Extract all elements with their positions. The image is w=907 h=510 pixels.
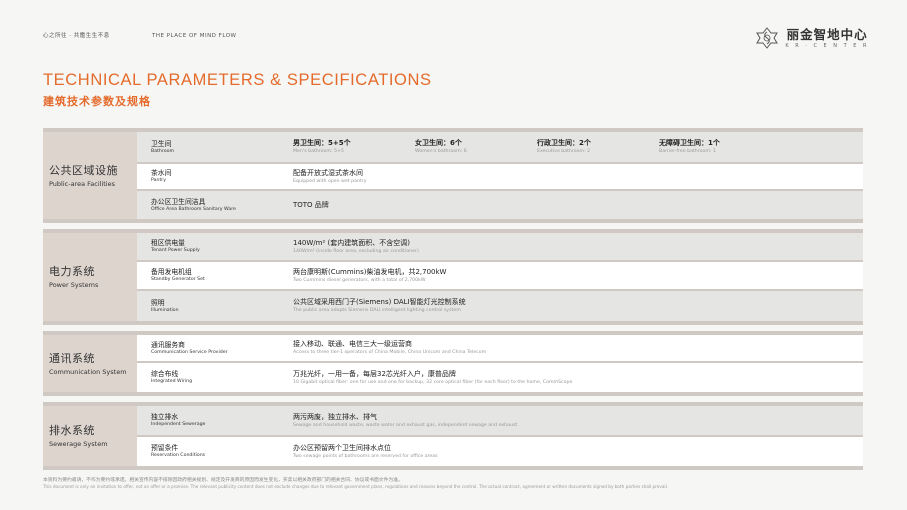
spec-value-cn: TOTO 品牌 (293, 200, 329, 209)
spec-label-cn: 办公区卫生间洁具 (151, 197, 206, 206)
spec-label-cn: 卫生间 (151, 139, 172, 148)
spec-label-en: Illumination (151, 307, 179, 313)
spec-row-tenant-power: 租区供电量 Tenant Power Supply 140W/m² (套内建筑面… (137, 233, 863, 262)
section-title-en: Power Systems (49, 281, 99, 289)
disclaimer: 本资料为要约邀请，不作为要约或承诺。相关宣传内容不排除因政府相关规划、规定及开发… (43, 477, 873, 490)
logo-mark-icon (756, 27, 779, 49)
spec-row-illumination: 照明 Illumination 公共区域采用西门子(Siemens) DALI智… (137, 291, 863, 321)
spec-row-independent-sewerage: 独立排水 Independent Sewerage 两污两废，独立排水、排气 S… (137, 406, 863, 437)
spec-value-cn: 140W/m² (套内建筑面积、不含空调) (293, 238, 410, 247)
spec-value-cn: 办公区预留两个卫生间排水点位 (293, 443, 391, 452)
spec-row-reservation: 预留条件 Reservation Conditions 办公区预留两个卫生间排水… (137, 437, 863, 466)
spec-row-integrated-wiring: 综合布线 Integrated Wiring 万兆光纤，一用一备，每层32芯光纤… (137, 363, 863, 392)
spec-value-en: Two Cummins diesel generators, with a to… (293, 277, 426, 283)
spec-row-sanitary-ware: 办公区卫生间洁具 Office Area Bathroom Sanitary W… (137, 191, 863, 219)
spec-value-cn: 接入移动、联通、电信三大一级运营商 (293, 340, 412, 348)
spec-label-cn: 通讯服务商 (151, 340, 185, 349)
page-title-en: TECHNICAL PARAMETERS & SPECIFICATIONS (43, 71, 432, 89)
spec-table: 公共区域设施 Public-area Facilities 卫生间 Bathro… (43, 128, 863, 476)
spec-value-cn: 万兆光纤，一用一备，每层32芯光纤入户，康普品牌 (293, 369, 456, 378)
section-public-area: 公共区域设施 Public-area Facilities 卫生间 Bathro… (43, 128, 863, 223)
top-bar: 心之所往 · 共鑑生生不息 THE PLACE OF MIND FLOW (43, 31, 236, 39)
spec-row-pantry: 茶水间 Pantry 配备开放式湿式茶水间 Equipped with open… (137, 164, 863, 191)
section-title-cn: 公共区域设施 (49, 163, 118, 177)
logo: 丽金智地中心 K R · C E N T E R (755, 26, 869, 50)
spec-label-cn: 照明 (151, 298, 165, 307)
spec-value-en: Equipped with open wet pantry (293, 178, 367, 184)
section-header: 公共区域设施 Public-area Facilities (43, 132, 137, 219)
section-title-en: Sewerage System (49, 440, 108, 448)
spec-value-en: Two sewage points of bathrooms are reser… (293, 453, 438, 459)
section-title-cn: 通讯系统 (49, 351, 95, 365)
logo-name-en: K R · C E N T E R (785, 42, 869, 49)
spec-label-cn: 预留条件 (151, 444, 179, 452)
spec-row-bathroom: 卫生间 Bathroom 男卫生间：5+5个 Men's bathroom: 5… (137, 132, 863, 164)
spec-label-en: Communication Service Provider (151, 349, 228, 355)
bathroom-count-women: 女卫生间：6个 Women's bathroom: 6 (415, 139, 467, 154)
bathroom-count-executive: 行政卫生间：2个 Executive bathroom: 2 (537, 139, 591, 154)
spec-value-cn: 两污两废，独立排水、排气 (293, 412, 377, 421)
spec-value-en: The public area adopts Siemens DALI inte… (293, 308, 461, 313)
spec-label-en: Pantry (151, 178, 166, 183)
spec-label-cn: 综合布线 (151, 370, 179, 378)
section-title-en: Communication System (49, 367, 127, 376)
spec-label-en: Integrated Wiring (151, 379, 193, 384)
spec-label-en: Standby Generator Set (151, 277, 205, 282)
section-sewerage: 排水系统 Sewerage System 独立排水 Independent Se… (43, 402, 863, 470)
section-power-systems: 电力系统 Power Systems 租区供电量 Tenant Power Su… (43, 229, 863, 325)
section-header: 通讯系统 Communication System (43, 335, 137, 392)
section-header: 排水系统 Sewerage System (43, 406, 137, 466)
spec-label-en: Office Area Bathroom Sanitary Ware (151, 206, 236, 212)
spec-label-cn: 备用发电机组 (151, 268, 192, 276)
disclaimer-cn: 本资料为要约邀请，不作为要约或承诺。相关宣传内容不排除因政府相关规划、规定及开发… (43, 478, 403, 483)
section-communication: 通讯系统 Communication System 通讯服务商 Communic… (43, 331, 863, 396)
spec-label-en: Reservation Conditions (151, 453, 206, 458)
section-title-cn: 电力系统 (49, 265, 95, 278)
section-title-cn: 排水系统 (49, 424, 95, 437)
tagline: THE PLACE OF MIND FLOW (152, 33, 237, 39)
spec-value-en: 10 Gigabit optical fiber: one for use an… (293, 379, 573, 385)
section-header: 电力系统 Power Systems (43, 233, 137, 321)
spec-value-en: 140W/m² (inside floor area, excluding ai… (293, 248, 419, 254)
spec-label-en: Independent Sewerage (151, 422, 206, 427)
logo-name-cn: 丽金智地中心 (786, 26, 868, 42)
spec-row-service-provider: 通讯服务商 Communication Service Provider 接入移… (137, 335, 863, 363)
disclaimer-en: This document is only an invitation to o… (43, 484, 669, 489)
spec-label-cn: 租区供电量 (151, 239, 185, 247)
spec-row-generator: 备用发电机组 Standby Generator Set 两台康明斯(Cummi… (137, 262, 863, 291)
spec-value-cn: 公共区域采用西门子(Siemens) DALI智能灯光控制系统 (293, 298, 466, 306)
page-title-cn: 建筑技术参数及规格 (43, 95, 151, 108)
spec-value-en: Access to three tier-1 operators of Chin… (293, 350, 487, 355)
spec-value-cn: 配备开放式湿式茶水间 (293, 168, 363, 177)
spec-label-en: Tenant Power Supply (151, 248, 200, 253)
spec-value-en: Sewage and household waste, waste water … (293, 422, 518, 428)
spec-value-cn: 两台康明斯(Cummins)柴油发电机，共2,700kW (293, 267, 447, 276)
slogan: 心之所往 · 共鑑生生不息 (43, 33, 110, 39)
spec-label-cn: 茶水间 (151, 169, 172, 177)
bathroom-count-barrier-free: 无障碍卫生间：1个 Barrier-free bathroom: 1 (659, 139, 720, 154)
section-title-en: Public-area Facilities (49, 179, 115, 188)
spec-label-en: Bathroom (151, 148, 175, 154)
spec-label-cn: 独立排水 (151, 413, 179, 421)
bathroom-count-men: 男卫生间：5+5个 Men's bathroom: 5+5 (293, 139, 351, 154)
